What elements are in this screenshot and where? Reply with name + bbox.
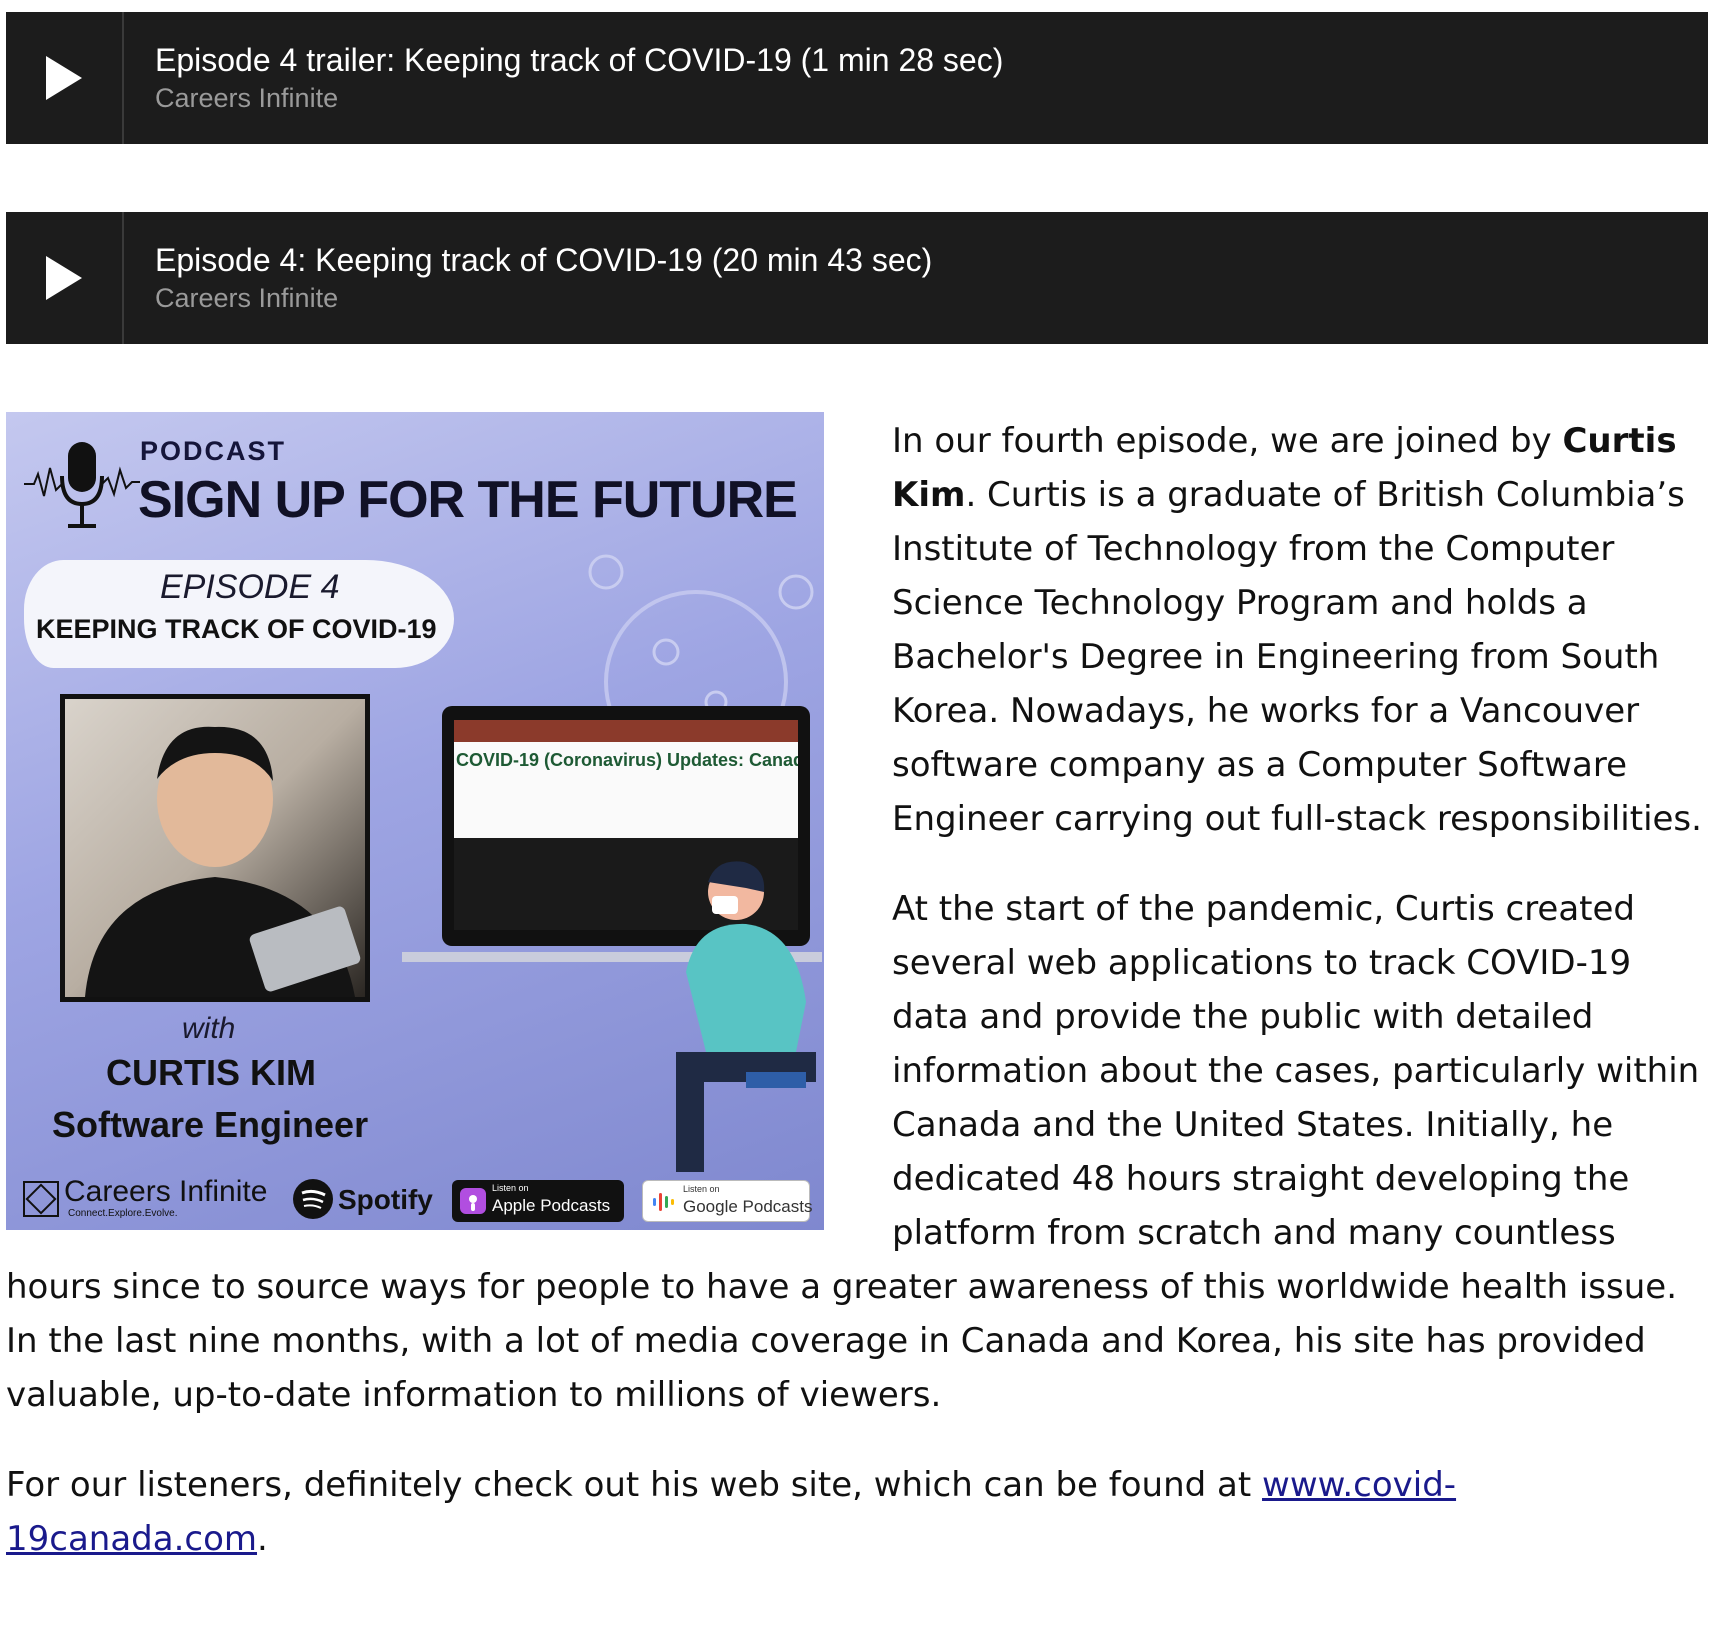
episode-title: Episode 4 trailer: Keeping track of COVI…: [155, 42, 1004, 78]
audio-player-episode: Episode 4: Keeping track of COVID-19 (20…: [6, 212, 1708, 344]
intro-rest: . Curtis is a graduate of British Columb…: [892, 475, 1702, 839]
audio-player-trailer: Episode 4 trailer: Keeping track of COVI…: [6, 12, 1708, 144]
paragraph-website: For our listeners, definitely check out …: [6, 1458, 1708, 1566]
intro-text: In our fourth episode, we are joined by: [892, 421, 1563, 461]
episode-author: Careers Infinite: [155, 283, 339, 313]
episode-author: Careers Infinite: [155, 83, 339, 113]
player-meta: Episode 4 trailer: Keeping track of COVI…: [124, 12, 1003, 144]
website-text: For our listeners, definitely check out …: [6, 1465, 1263, 1505]
play-button[interactable]: [6, 212, 124, 344]
play-icon: [46, 256, 82, 300]
episode-title: Episode 4: Keeping track of COVID-19 (20…: [155, 242, 933, 278]
article-body: In our fourth episode, we are joined by …: [6, 414, 1708, 1602]
image-float-spacer: [6, 414, 892, 1244]
play-icon: [46, 56, 82, 100]
play-button[interactable]: [6, 12, 124, 144]
website-end: .: [257, 1519, 268, 1559]
player-meta: Episode 4: Keeping track of COVID-19 (20…: [124, 212, 932, 344]
